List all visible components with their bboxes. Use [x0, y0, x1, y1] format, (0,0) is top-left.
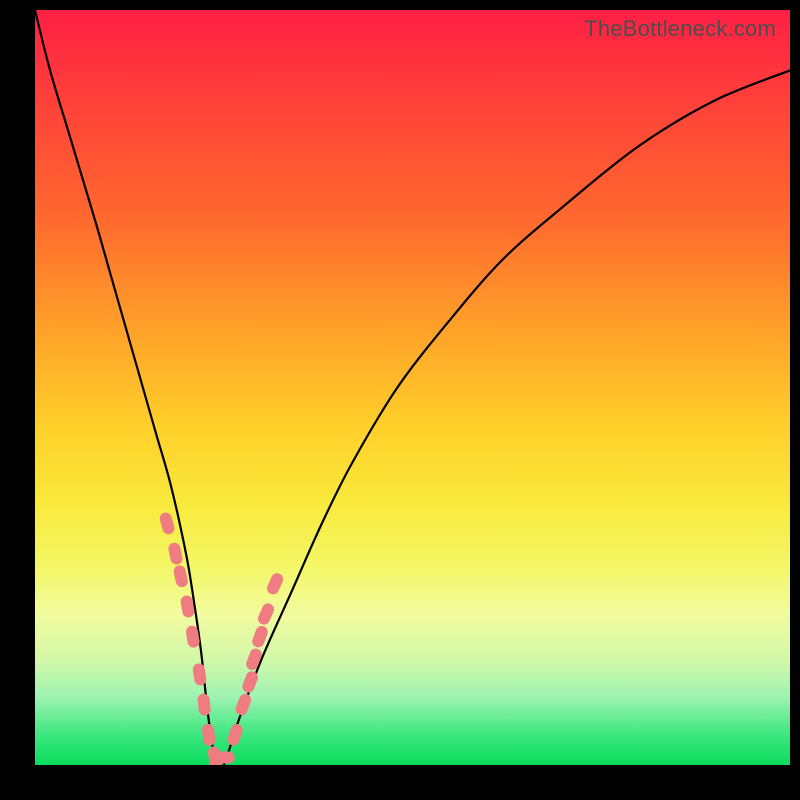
highlight-marker	[197, 693, 211, 716]
bottleneck-curve	[35, 10, 790, 765]
highlight-markers	[158, 511, 285, 765]
highlight-marker	[256, 602, 276, 627]
highlight-marker	[192, 663, 207, 686]
highlight-marker	[172, 564, 188, 588]
highlight-marker	[167, 542, 183, 566]
highlight-marker	[158, 511, 176, 535]
watermark-text: TheBottleneck.com	[584, 16, 776, 42]
bottleneck-curve-path	[35, 10, 790, 765]
highlight-marker	[234, 692, 253, 717]
highlight-marker	[265, 571, 285, 596]
chart-svg	[35, 10, 790, 765]
chart-frame: TheBottleneck.com	[0, 0, 800, 800]
highlight-marker	[213, 751, 235, 763]
highlight-marker	[201, 723, 215, 746]
highlight-marker	[226, 722, 244, 747]
plot-area: TheBottleneck.com	[35, 10, 790, 765]
